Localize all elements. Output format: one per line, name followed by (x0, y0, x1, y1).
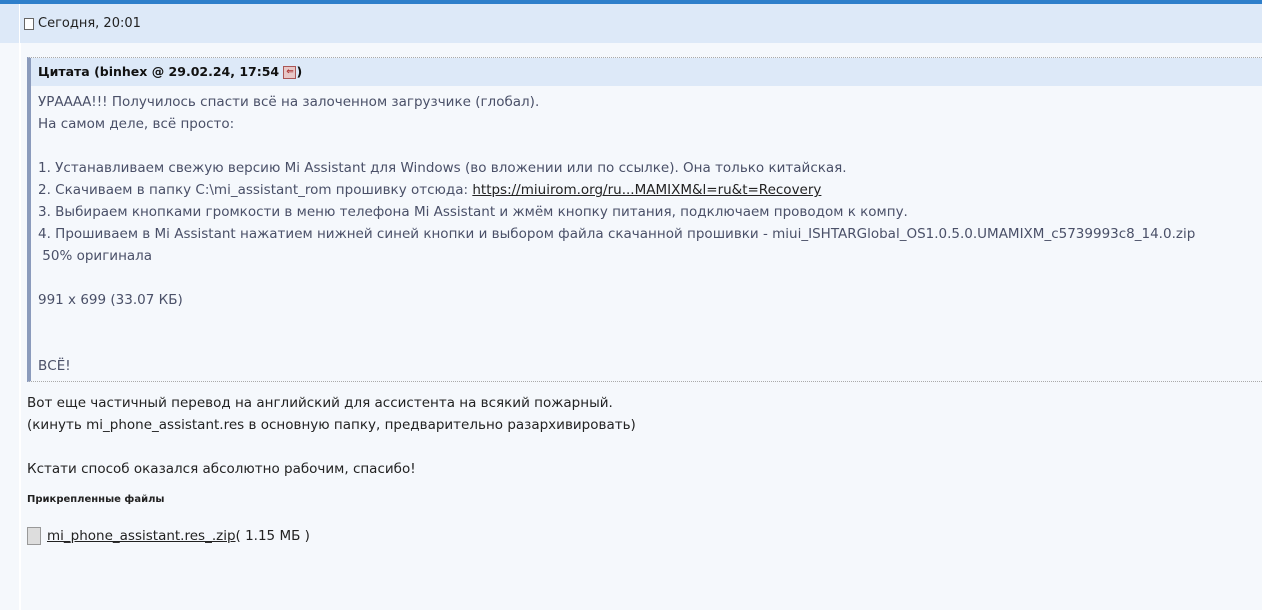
attachment-item: mi_phone_assistant.res_.zip ( 1.15 МБ ) (27, 527, 1262, 545)
post-body: Вот еще частичный перевод на английский … (27, 395, 636, 477)
firmware-link[interactable]: https://miuirom.org/ru...MAMIXM&l=ru&t=R… (472, 182, 821, 198)
attachments-title: Прикрепленные файлы (27, 494, 165, 505)
quote-block: Цитата (binhex @ 29.02.24, 17:54 ⇐) УРАА… (27, 57, 1262, 382)
post-date: Сегодня, 20:01 (38, 16, 141, 31)
back-arrow-icon[interactable]: ⇐ (283, 66, 297, 79)
post-icon (24, 17, 34, 30)
quote-body: УРАААА!!! Получилось спасти всё на залоч… (31, 86, 1262, 381)
zip-file-icon (27, 527, 41, 545)
post-header: Сегодня, 20:01 (0, 4, 1262, 43)
attachment-size: ( 1.15 МБ ) (235, 528, 310, 544)
quote-header: Цитата (binhex @ 29.02.24, 17:54 ⇐) (31, 58, 1262, 86)
image-thumb-label[interactable]: 50% оригинала (38, 245, 1256, 267)
image-size: 991 x 699 (33.07 КБ) (38, 292, 183, 308)
attachment-link[interactable]: mi_phone_assistant.res_.zip (47, 528, 236, 544)
